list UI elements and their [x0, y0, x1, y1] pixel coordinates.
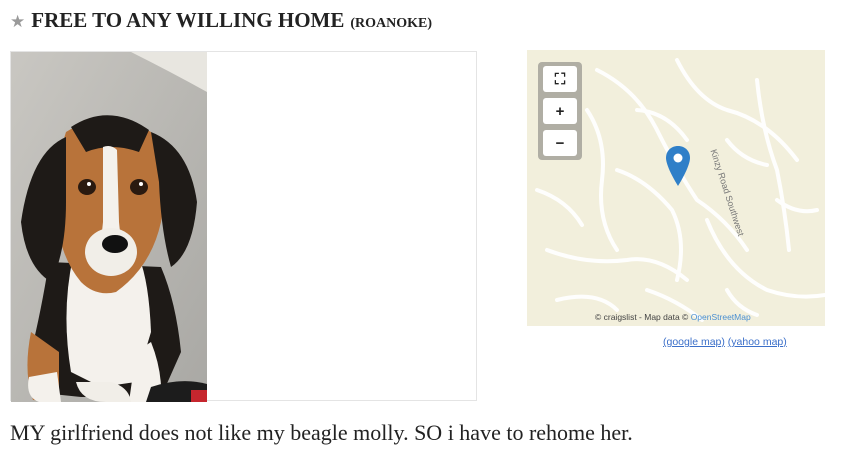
map-links: (google map) (yahoo map) [663, 336, 787, 348]
google-map-link[interactable]: (google map) [663, 336, 725, 348]
posting-title-row: ★ FREE TO ANY WILLING HOME (ROANOKE) [10, 8, 432, 36]
openstreetmap-link[interactable]: OpenStreetMap [691, 312, 751, 322]
beagle-photo[interactable] [11, 52, 207, 402]
map-controls: ⛶ + − [538, 62, 582, 160]
image-gallery[interactable] [10, 51, 477, 402]
zoom-in-icon[interactable]: + [543, 98, 577, 124]
posting-location: (ROANOKE) [350, 16, 433, 31]
zoom-out-icon[interactable]: − [543, 130, 577, 156]
location-map[interactable]: ⛶ + − [527, 50, 825, 326]
fullscreen-icon[interactable]: ⛶ [543, 66, 577, 92]
yahoo-map-link[interactable]: (yahoo map) [728, 336, 787, 348]
map-pin-icon[interactable] [665, 145, 691, 187]
posting-title: FREE TO ANY WILLING HOME [31, 8, 345, 32]
star-icon[interactable]: ★ [10, 12, 25, 32]
posting-body: MY girlfriend does not like my beagle mo… [10, 420, 633, 445]
map-attribution: © craigslist - Map data © OpenStreetMap [595, 312, 751, 322]
attribution-text: © craigslist - Map data © [595, 312, 689, 322]
